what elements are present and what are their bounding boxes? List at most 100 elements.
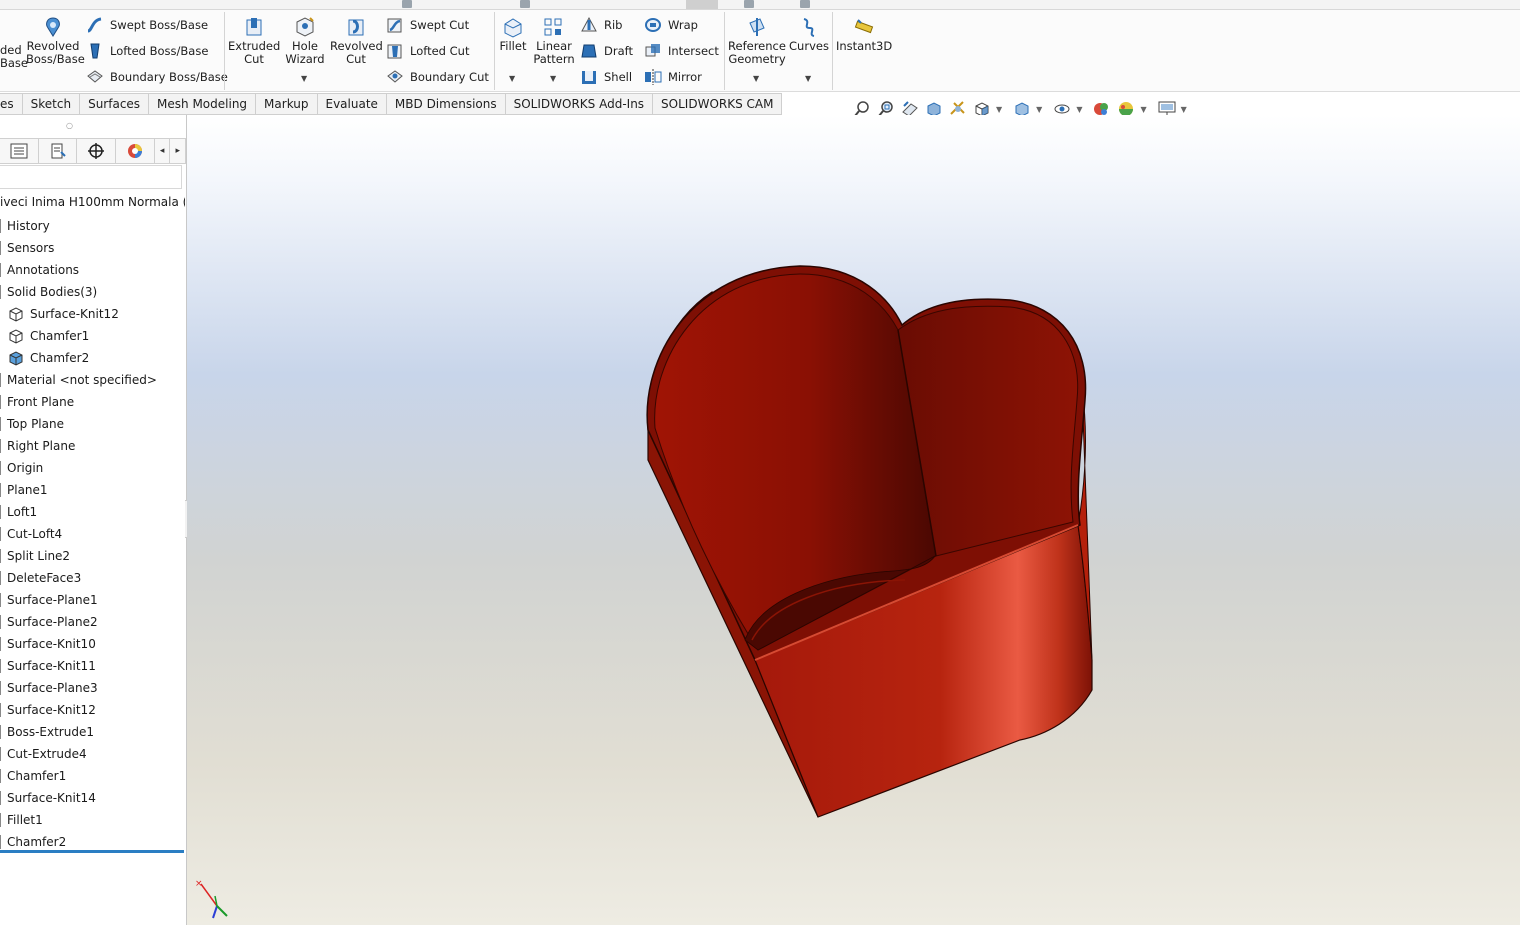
select-icon[interactable] <box>686 0 718 9</box>
tree-root-part[interactable]: iveci Inima H100mm Normala (Def <box>0 195 185 213</box>
tab-solidworks-add-ins[interactable]: SOLIDWORKS Add-Ins <box>505 93 654 115</box>
boundary-boss-icon <box>87 70 103 83</box>
reference-geometry-button[interactable]: Reference Geometry <box>728 12 786 66</box>
shell-button[interactable]: Shell <box>580 66 632 88</box>
mirror-label: Mirror <box>668 70 702 84</box>
fillet-dropdown-icon[interactable]: ▼ <box>509 74 515 83</box>
curves-dropdown-icon[interactable]: ▼ <box>805 74 811 83</box>
lofted-boss-button[interactable]: Lofted Boss/Base <box>86 40 208 62</box>
view-settings-caret-icon[interactable]: ▼ <box>1181 105 1187 114</box>
tree-node[interactable]: Annotations <box>0 259 185 281</box>
scroll-left-icon[interactable]: ◂ <box>155 139 171 163</box>
tree-node[interactable]: Surface-Plane1 <box>0 589 185 611</box>
tab-solidworks-cam[interactable]: SOLIDWORKS CAM <box>653 93 783 115</box>
fillet-icon <box>504 18 522 38</box>
solid-body-icon <box>9 351 23 366</box>
tree-node[interactable]: Material <not specified> <box>0 369 185 391</box>
tree-node[interactable]: Surface-Knit12 <box>0 699 185 721</box>
revolved-boss-label: Revolved Boss/Base <box>26 39 85 66</box>
graphics-area[interactable] <box>187 115 1520 925</box>
tree-node-label: Surface-Knit12 <box>7 703 96 717</box>
new-icon[interactable] <box>402 0 412 8</box>
undo-icon[interactable] <box>520 0 530 8</box>
tree-node[interactable]: Surface-Knit14 <box>0 787 185 809</box>
linear-pattern-button[interactable]: Linear Pattern <box>532 12 576 66</box>
tree-node[interactable]: DeleteFace3 <box>0 567 185 589</box>
linear-pattern-dropdown-icon[interactable]: ▼ <box>550 74 556 83</box>
appearance-icon[interactable] <box>116 139 155 163</box>
tree-node[interactable]: Chamfer1 <box>0 765 185 787</box>
view-orientation-caret-icon[interactable]: ▼ <box>996 105 1002 114</box>
reference-geometry-dropdown-icon[interactable]: ▼ <box>753 74 759 83</box>
scroll-right-icon[interactable]: ▸ <box>170 139 186 163</box>
tree-node[interactable]: Origin <box>0 457 185 479</box>
tab-markup[interactable]: Markup <box>256 93 318 115</box>
tree-node[interactable]: Chamfer2 <box>0 347 185 369</box>
tree-node[interactable]: History <box>0 215 185 237</box>
hide-show-caret-icon[interactable]: ▼ <box>1076 105 1082 114</box>
tab-features[interactable]: es <box>0 93 23 115</box>
tree-node[interactable]: Chamfer1 <box>0 325 185 347</box>
tree-node[interactable]: Solid Bodies(3) <box>0 281 185 303</box>
swept-boss-button[interactable]: Swept Boss/Base <box>86 14 208 36</box>
tree-node[interactable]: Sensors <box>0 237 185 259</box>
tree-node-label: Split Line2 <box>7 549 71 563</box>
revolved-cut-button[interactable]: Revolved Cut <box>330 12 383 66</box>
tree-node-label: History <box>7 219 50 233</box>
panel-grip-icon[interactable]: ○ <box>66 121 73 130</box>
tab-surfaces[interactable]: Surfaces <box>80 93 150 115</box>
tree-node[interactable]: Surface-Knit10 <box>0 633 185 655</box>
tree-node[interactable]: Cut-Loft4 <box>0 523 185 545</box>
intersect-label: Intersect <box>668 44 719 58</box>
revolved-boss-button[interactable]: Revolved Boss/Base <box>26 12 85 66</box>
property-manager-icon[interactable] <box>39 139 78 163</box>
tree-node[interactable]: Right Plane <box>0 435 185 457</box>
fillet-button[interactable]: Fillet <box>496 12 530 53</box>
tab-sketch[interactable]: Sketch <box>22 93 81 115</box>
rib-button[interactable]: Rib <box>580 14 623 36</box>
draft-button[interactable]: Draft <box>580 40 633 62</box>
rollback-bar[interactable] <box>0 850 184 853</box>
boundary-boss-button[interactable]: Boundary Boss/Base <box>86 66 228 88</box>
options-icon[interactable] <box>800 0 810 8</box>
heart-model[interactable] <box>187 115 1520 925</box>
tree-node[interactable]: Surface-Knit12 <box>0 303 185 325</box>
display-style-caret-icon[interactable]: ▼ <box>1036 105 1042 114</box>
extruded-boss-button[interactable]: ded Base <box>0 10 28 70</box>
tree-node[interactable]: Cut-Extrude4 <box>0 743 185 765</box>
tree-node-label: Solid Bodies(3) <box>7 285 98 299</box>
tree-node[interactable]: Surface-Plane3 <box>0 677 185 699</box>
tree-node[interactable]: Fillet1 <box>0 809 185 831</box>
swept-cut-button[interactable]: Swept Cut <box>386 14 469 36</box>
tree-node[interactable]: Loft1 <box>0 501 185 523</box>
rebuild-icon[interactable] <box>744 0 754 8</box>
hole-wizard-dropdown-icon[interactable]: ▼ <box>301 74 307 83</box>
lofted-cut-button[interactable]: Lofted Cut <box>386 40 469 62</box>
tree-node-label: Cut-Loft4 <box>7 527 63 541</box>
mirror-button[interactable]: Mirror <box>644 66 702 88</box>
intersect-button[interactable]: Intersect <box>644 40 719 62</box>
boundary-cut-button[interactable]: Boundary Cut <box>386 66 489 88</box>
tree-node[interactable]: Front Plane <box>0 391 185 413</box>
tree-node[interactable]: Top Plane <box>0 413 185 435</box>
curves-button[interactable]: Curves <box>788 12 830 53</box>
tree-node-connector <box>0 791 2 805</box>
tree-node-label: Chamfer2 <box>7 835 67 849</box>
tree-node[interactable]: Surface-Knit11 <box>0 655 185 677</box>
tree-node[interactable]: Plane1 <box>0 479 185 501</box>
configuration-manager-icon[interactable] <box>77 139 117 163</box>
tab-evaluate[interactable]: Evaluate <box>317 93 387 115</box>
tab-mesh-modeling[interactable]: Mesh Modeling <box>149 93 257 115</box>
tab-mbd-dimensions[interactable]: MBD Dimensions <box>386 93 506 115</box>
wrap-button[interactable]: Wrap <box>644 14 698 36</box>
tree-node[interactable]: Surface-Plane2 <box>0 611 185 633</box>
instant3d-button[interactable]: Instant3D <box>836 12 892 53</box>
tree-filter-input[interactable] <box>0 165 182 189</box>
tree-node[interactable]: Split Line2 <box>0 545 185 567</box>
tree-node-connector <box>0 703 2 717</box>
apply-scene-caret-icon[interactable]: ▼ <box>1140 105 1146 114</box>
feature-manager-icon[interactable] <box>0 139 39 163</box>
tree-node[interactable]: Boss-Extrude1 <box>0 721 185 743</box>
hole-wizard-button[interactable]: Hole Wizard <box>282 12 328 66</box>
extruded-cut-button[interactable]: Extruded Cut <box>228 12 280 66</box>
